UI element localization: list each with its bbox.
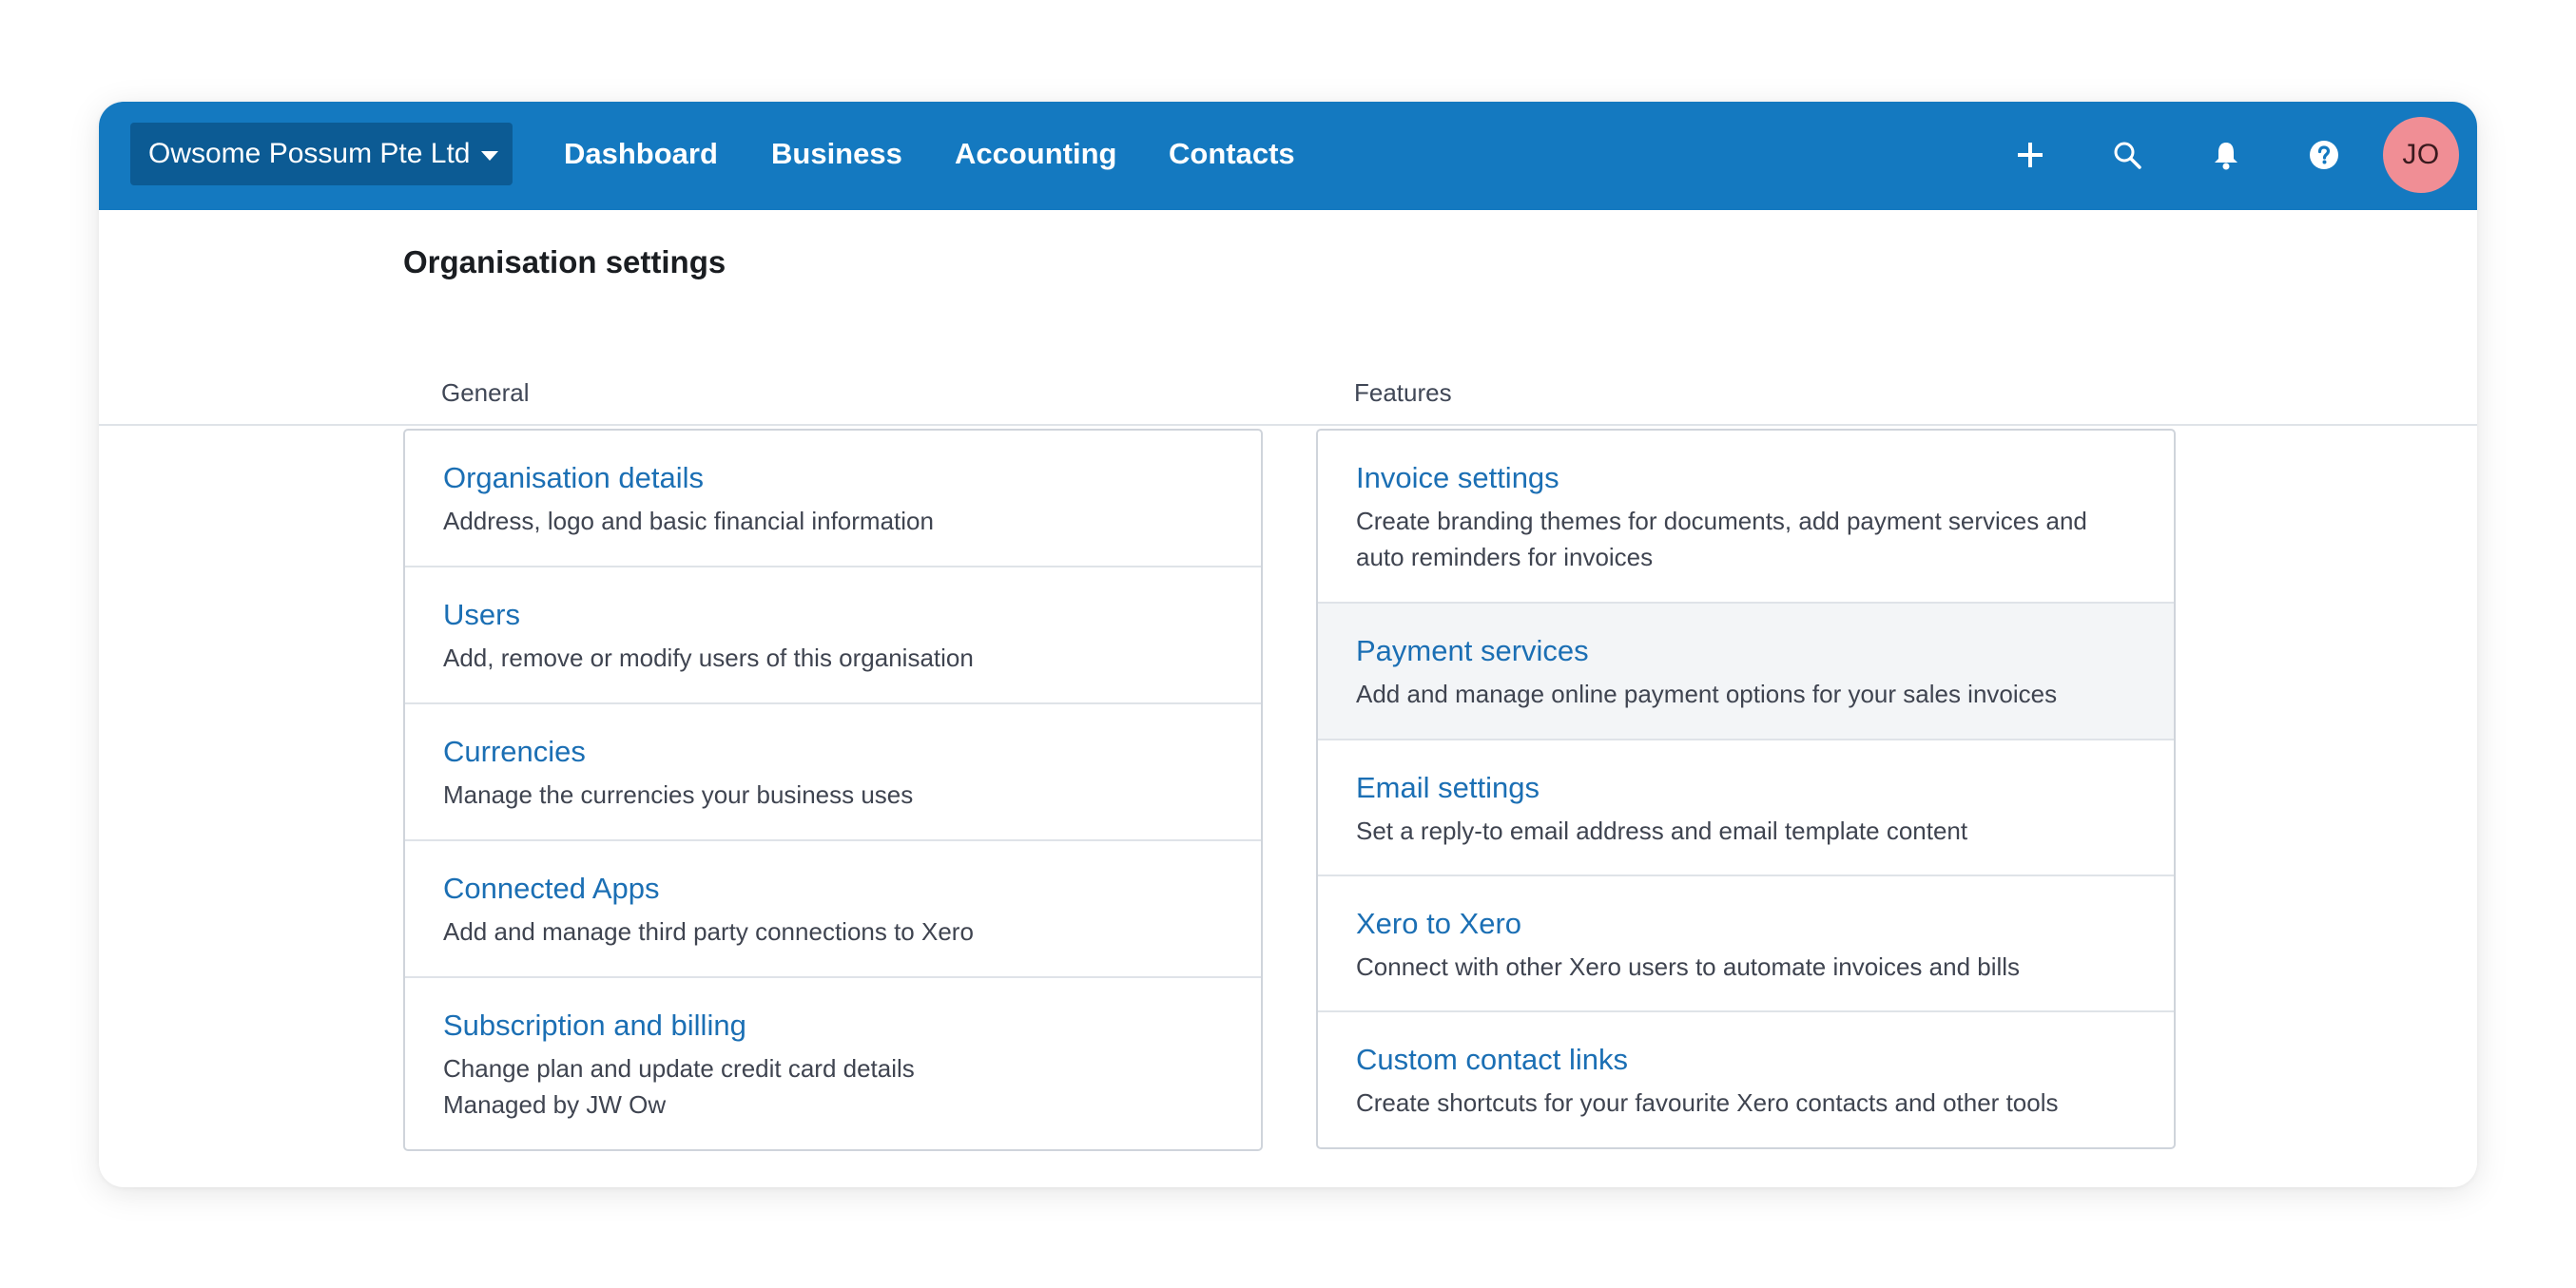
- connected-apps-description: Add and manage third party connections t…: [443, 917, 974, 946]
- features-section-label: Features: [1354, 378, 1452, 407]
- users-link[interactable]: Users: [443, 597, 520, 633]
- custom-contact-links-description: Create shortcuts for your favourite Xero…: [1356, 1088, 2059, 1117]
- email-settings-description: Set a reply-to email address and email t…: [1356, 817, 1968, 845]
- nav-business[interactable]: Business: [771, 123, 902, 185]
- help-icon[interactable]: [2300, 131, 2348, 179]
- organisation-switcher[interactable]: Owsome Possum Pte Ltd: [130, 123, 513, 185]
- features-settings-panel: Invoice settings Create branding themes …: [1316, 429, 2176, 1149]
- currencies-description: Manage the currencies your business uses: [443, 780, 914, 809]
- subscription-billing-description: Change plan and update credit card detai…: [443, 1054, 915, 1083]
- organisation-name: Owsome Possum Pte Ltd: [148, 138, 471, 169]
- currencies-link[interactable]: Currencies: [443, 734, 586, 770]
- avatar[interactable]: JO: [2383, 117, 2459, 193]
- page-title: Organisation settings: [403, 244, 726, 279]
- settings-item-currencies[interactable]: Currencies Manage the currencies your bu…: [405, 704, 1261, 841]
- subscription-managed-by: Managed by JW Ow: [443, 1090, 667, 1119]
- organisation-details-description: Address, logo and basic financial inform…: [443, 507, 934, 535]
- app-window: Owsome Possum Pte Ltd Dashboard Business…: [99, 102, 2477, 1187]
- xero-to-xero-description: Connect with other Xero users to automat…: [1356, 952, 2021, 981]
- settings-item-users[interactable]: Users Add, remove or modify users of thi…: [405, 567, 1261, 704]
- search-icon[interactable]: [2103, 131, 2151, 179]
- bell-icon[interactable]: [2202, 131, 2250, 179]
- custom-contact-links-link[interactable]: Custom contact links: [1356, 1042, 1628, 1078]
- settings-item-xero-to-xero[interactable]: Xero to Xero Connect with other Xero use…: [1318, 876, 2174, 1012]
- settings-item-email-settings[interactable]: Email settings Set a reply-to email addr…: [1318, 740, 2174, 876]
- settings-item-subscription-billing[interactable]: Subscription and billing Change plan and…: [405, 978, 1261, 1149]
- users-description: Add, remove or modify users of this orga…: [443, 644, 974, 672]
- invoice-settings-link[interactable]: Invoice settings: [1356, 460, 1559, 496]
- payment-services-link[interactable]: Payment services: [1356, 633, 1589, 669]
- settings-item-custom-contact-links[interactable]: Custom contact links Create shortcuts fo…: [1318, 1012, 2174, 1147]
- invoice-settings-description: Create branding themes for documents, ad…: [1356, 507, 2087, 571]
- settings-item-payment-services[interactable]: Payment services Add and manage online p…: [1318, 604, 2174, 740]
- general-settings-panel: Organisation details Address, logo and b…: [403, 429, 1263, 1151]
- xero-to-xero-link[interactable]: Xero to Xero: [1356, 906, 1521, 942]
- email-settings-link[interactable]: Email settings: [1356, 770, 1540, 806]
- organisation-details-link[interactable]: Organisation details: [443, 460, 704, 496]
- settings-item-connected-apps[interactable]: Connected Apps Add and manage third part…: [405, 841, 1261, 978]
- connected-apps-link[interactable]: Connected Apps: [443, 871, 660, 907]
- nav-dashboard[interactable]: Dashboard: [564, 123, 718, 185]
- settings-item-invoice-settings[interactable]: Invoice settings Create branding themes …: [1318, 431, 2174, 604]
- top-nav-bar: Owsome Possum Pte Ltd Dashboard Business…: [99, 102, 2477, 210]
- general-section-label: General: [441, 378, 530, 407]
- payment-services-description: Add and manage online payment options fo…: [1356, 680, 2058, 708]
- subscription-billing-link[interactable]: Subscription and billing: [443, 1008, 746, 1044]
- nav-contacts[interactable]: Contacts: [1169, 123, 1295, 185]
- add-icon[interactable]: [2006, 131, 2054, 179]
- nav-accounting[interactable]: Accounting: [955, 123, 1117, 185]
- settings-item-organisation-details[interactable]: Organisation details Address, logo and b…: [405, 431, 1261, 567]
- chevron-down-icon: [481, 151, 499, 161]
